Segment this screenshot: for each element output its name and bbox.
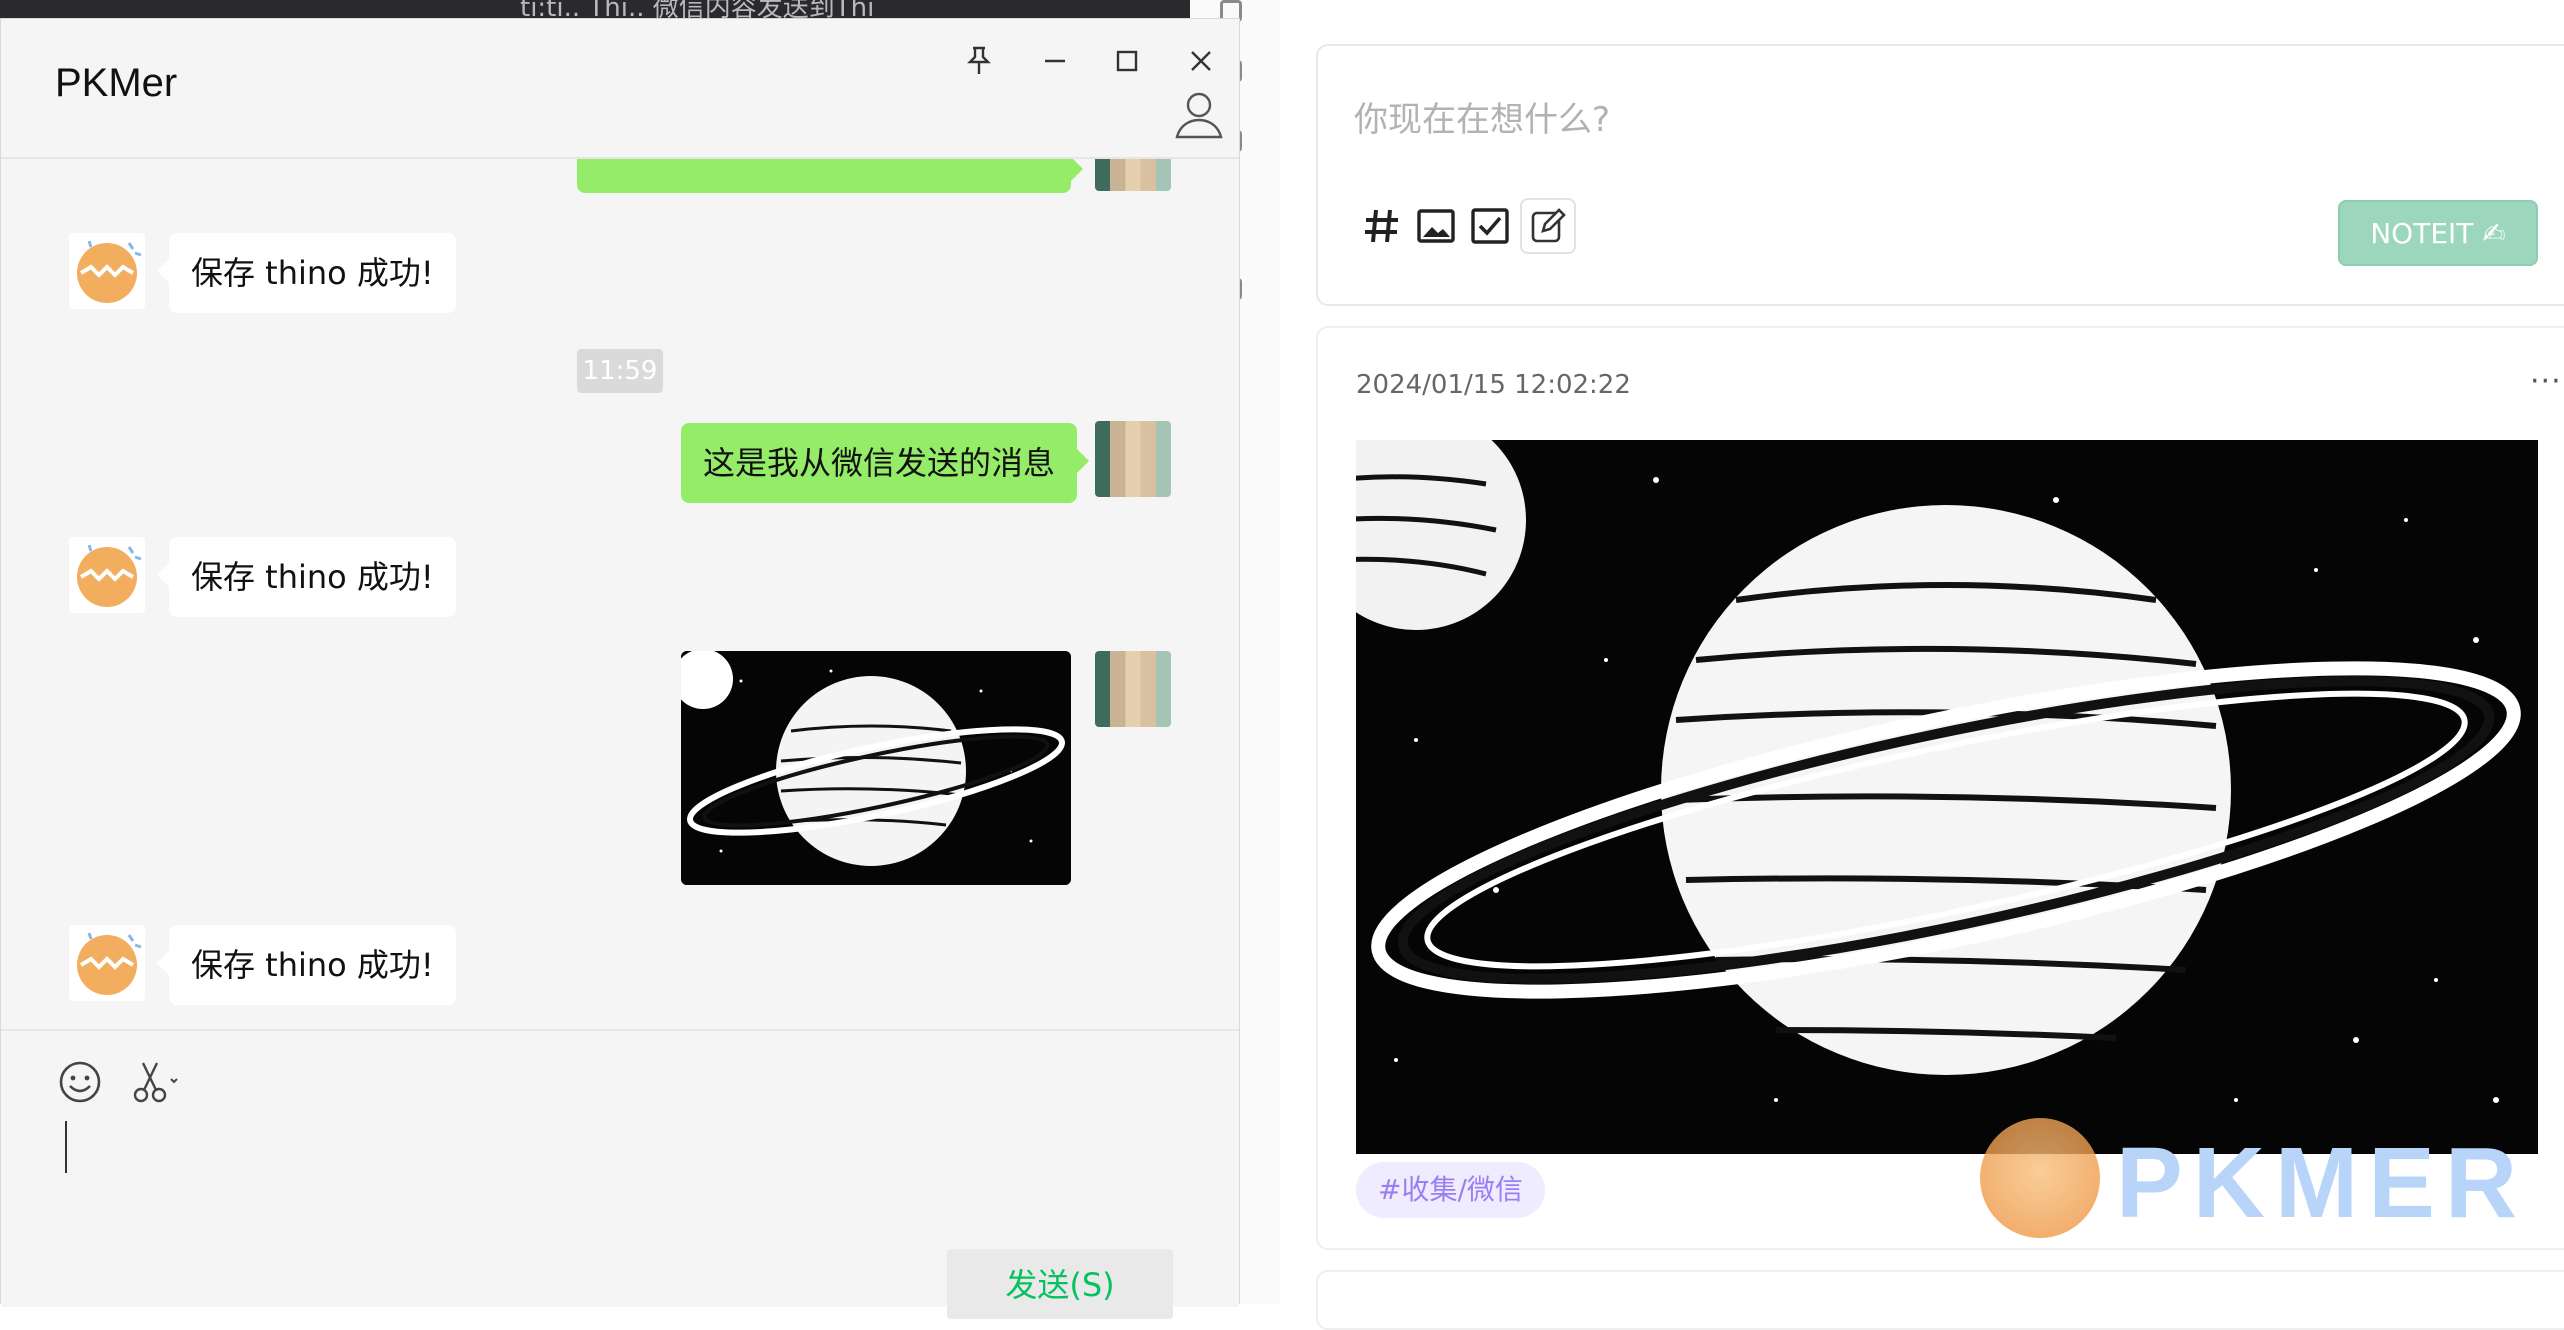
bot-avatar[interactable] — [69, 925, 145, 1001]
background-editor-snippet: ti:ti.. Thi.. 微信内容发送到Thi — [520, 0, 875, 23]
close-icon[interactable] — [1173, 33, 1229, 89]
checkbox-icon[interactable] — [1468, 204, 1512, 248]
user-avatar — [1095, 159, 1171, 191]
bot-message[interactable]: 保存 thino 成功! — [157, 233, 456, 313]
memo-card: 2024/01/15 12:02:22 ··· #收集/微信 — [1316, 326, 2564, 1250]
send-button[interactable]: 发送(S) — [947, 1249, 1173, 1319]
edit-mode-icon[interactable] — [1520, 198, 1576, 254]
pkmer-logo-icon — [1980, 1118, 2100, 1238]
image-icon[interactable] — [1414, 204, 1458, 248]
pkmer-watermark: PKMER — [1980, 1118, 2540, 1248]
scissors-icon[interactable] — [129, 1057, 179, 1107]
bot-avatar[interactable] — [69, 537, 145, 613]
maximize-icon[interactable] — [1099, 33, 1155, 89]
image-message[interactable] — [681, 651, 1071, 885]
user-avatar[interactable] — [1095, 421, 1171, 497]
chat-header: PKMer — [1, 19, 1239, 159]
user-icon[interactable] — [1171, 87, 1235, 151]
message-bubble-partial — [577, 159, 1083, 193]
bot-message[interactable]: 保存 thino 成功! — [157, 537, 456, 617]
user-avatar[interactable] — [1095, 651, 1171, 727]
hashtag-icon[interactable] — [1360, 204, 1404, 248]
memo-image[interactable] — [1356, 440, 2538, 1154]
thino-panel: 你现在在想什么? NOTEIT ✍ 2024/01/15 12:02:22 ··… — [1280, 0, 2564, 1330]
bot-message[interactable]: 保存 thino 成功! — [157, 925, 456, 1005]
chat-title: PKMer — [55, 61, 178, 105]
bot-avatar[interactable] — [69, 233, 145, 309]
message-timestamp: 11:59 — [577, 349, 663, 393]
chat-input-area[interactable]: 发送(S) — [1, 1029, 1239, 1319]
pin-icon[interactable] — [951, 33, 1007, 89]
next-memo-card — [1316, 1270, 2564, 1330]
more-options-icon[interactable]: ··· — [2530, 364, 2562, 399]
memo-tag[interactable]: #收集/微信 — [1356, 1162, 1545, 1218]
memo-editor[interactable]: 你现在在想什么? NOTEIT ✍ — [1316, 44, 2564, 306]
minimize-icon[interactable] — [1027, 33, 1083, 89]
editor-placeholder[interactable]: 你现在在想什么? — [1354, 92, 1610, 141]
user-message[interactable]: 这是我从微信发送的消息 — [681, 423, 1090, 503]
memo-timestamp: 2024/01/15 12:02:22 — [1356, 370, 1631, 400]
wechat-chat-window: PKMer 保存 thino 成功! 11:59 这是我从微信发送的消息 保存 … — [0, 18, 1240, 1319]
noteit-button[interactable]: NOTEIT ✍ — [2338, 200, 2538, 266]
text-cursor — [65, 1121, 67, 1173]
message-list[interactable]: 保存 thino 成功! 11:59 这是我从微信发送的消息 保存 thino … — [1, 159, 1239, 1029]
emoji-icon[interactable] — [57, 1059, 103, 1105]
watermark-text: PKMER — [2116, 1127, 2528, 1239]
